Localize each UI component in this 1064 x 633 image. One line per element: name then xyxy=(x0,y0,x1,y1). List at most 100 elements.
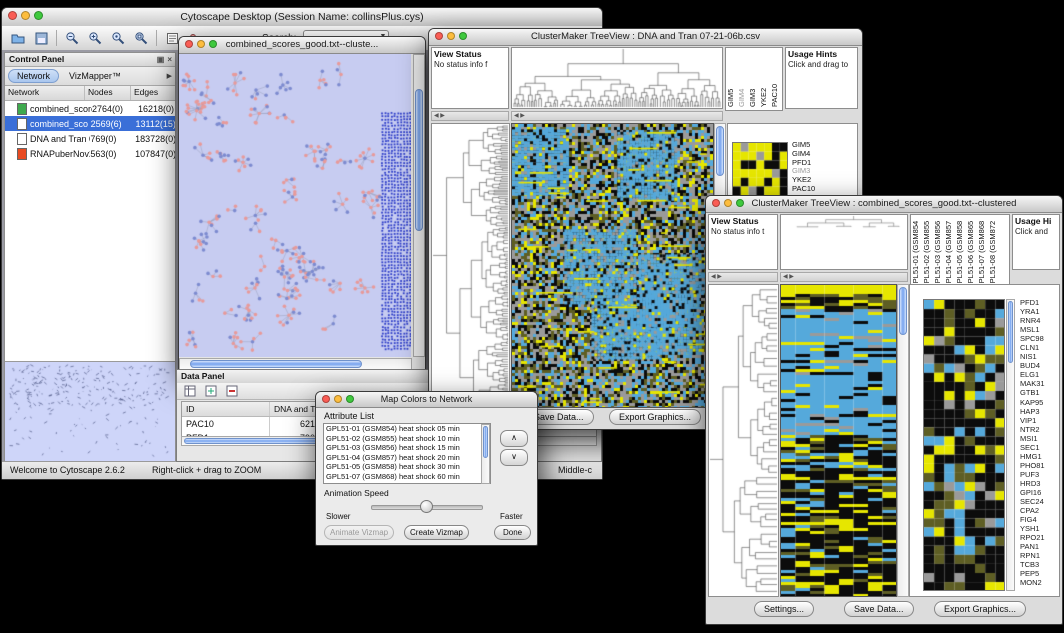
close-button[interactable] xyxy=(8,11,17,20)
dialog-titlebar[interactable]: Map Colors to Network xyxy=(316,392,537,408)
birdseye-view[interactable] xyxy=(5,361,175,464)
main-titlebar[interactable]: Cytoscape Desktop (Session Name: collins… xyxy=(2,8,602,27)
birdseye-canvas[interactable] xyxy=(5,362,173,462)
array-dendrogram-canvas[interactable] xyxy=(512,48,722,108)
heatmap-horizontal-scrollbar[interactable]: ◀ ▶ xyxy=(780,272,908,282)
gene-tree-scroll-strip[interactable]: ◀ ▶ xyxy=(708,272,778,282)
tab-overflow-icon[interactable]: ▶ xyxy=(167,72,172,80)
close-panel-icon[interactable]: × xyxy=(167,53,172,66)
select-attributes-icon[interactable] xyxy=(182,383,198,399)
scrollbar-thumb[interactable] xyxy=(415,89,423,231)
zoom-button[interactable] xyxy=(736,199,744,207)
treeview1-titlebar[interactable]: ClusterMaker TreeView : DNA and Tran 07-… xyxy=(429,29,862,46)
attribute-list-item[interactable]: GPL51-03 (GSM856) heat shock 15 min xyxy=(326,443,490,453)
network-graph-canvas[interactable] xyxy=(179,54,411,357)
scroll-right-icon[interactable]: ▶ xyxy=(789,274,794,280)
heatmap-horizontal-scrollbar[interactable]: ◀ ▶ xyxy=(511,111,723,121)
settings-button[interactable]: Settings... xyxy=(754,601,814,617)
tab-vizmapper[interactable]: VizMapper™ xyxy=(61,70,129,82)
zoom-heatmap-canvas[interactable] xyxy=(732,142,788,196)
zoom-button[interactable] xyxy=(459,32,467,40)
slider-thumb[interactable] xyxy=(420,500,433,513)
scroll-left-icon[interactable]: ◀ xyxy=(783,274,788,280)
heatmap-panel[interactable] xyxy=(780,284,897,597)
network-vertical-scrollbar[interactable] xyxy=(413,54,425,357)
main-window-title: Cytoscape Desktop (Session Name: collins… xyxy=(180,11,423,23)
done-button[interactable]: Done xyxy=(494,525,531,540)
col-edges[interactable]: Edges xyxy=(131,86,175,100)
scroll-right-icon[interactable]: ▶ xyxy=(717,274,722,280)
scroll-right-icon[interactable]: ▶ xyxy=(520,113,525,119)
minimize-button[interactable] xyxy=(447,32,455,40)
scrollbar-thumb[interactable] xyxy=(190,360,362,368)
attribute-list-item[interactable]: GPL51-07 (GSM868) heat shock 60 min xyxy=(326,472,490,482)
attribute-list-scrollbar[interactable] xyxy=(481,424,490,484)
heatmap-canvas[interactable] xyxy=(781,285,896,596)
move-up-button[interactable]: ∧ xyxy=(500,430,528,447)
scrollbar-thumb[interactable] xyxy=(716,126,724,176)
float-panel-icon[interactable]: ▣ xyxy=(157,53,165,66)
move-down-button[interactable]: ∨ xyxy=(500,449,528,466)
network-name: RNAPuberNov2 xyxy=(30,149,90,159)
array-tree-panel[interactable] xyxy=(780,214,908,270)
export-graphics-button[interactable]: Export Graphics... xyxy=(934,601,1026,617)
close-button[interactable] xyxy=(435,32,443,40)
gene-dendrogram-canvas[interactable] xyxy=(432,124,509,407)
open-file-icon[interactable] xyxy=(10,30,26,46)
heatmap-vertical-scrollbar[interactable] xyxy=(897,284,909,597)
zoom-heatmap-canvas[interactable] xyxy=(923,299,1005,591)
array-tree-panel[interactable] xyxy=(511,47,723,109)
attribute-list[interactable]: GPL51-01 (GSM854) heat shock 05 minGPL51… xyxy=(323,423,491,484)
col-network[interactable]: Network xyxy=(5,86,85,100)
zoom-selected-icon[interactable] xyxy=(110,30,126,46)
minimize-button[interactable] xyxy=(21,11,30,20)
export-graphics-button[interactable]: Export Graphics... xyxy=(609,409,701,425)
network-list-item[interactable]: combined_scores2764(0)16218(0) xyxy=(5,101,175,116)
zoom-fit-icon[interactable] xyxy=(133,30,149,46)
scrollbar-thumb[interactable] xyxy=(1008,301,1013,363)
save-data-button[interactable]: Save Data... xyxy=(844,601,914,617)
gene-tree-panel[interactable] xyxy=(708,284,779,597)
treeview2-titlebar[interactable]: ClusterMaker TreeView : combined_scores_… xyxy=(706,196,1062,213)
zoom-button[interactable] xyxy=(34,11,43,20)
animate-vizmap-button[interactable]: Animate Vizmap xyxy=(324,525,394,540)
attribute-list-item[interactable]: GPL51-01 (GSM854) heat shock 05 min xyxy=(326,424,490,434)
gene-dendrogram-canvas[interactable] xyxy=(709,285,778,596)
close-button[interactable] xyxy=(712,199,720,207)
gene-tree-scroll-strip[interactable]: ◀ ▶ xyxy=(431,111,509,121)
scroll-left-icon[interactable]: ◀ xyxy=(434,113,439,119)
minimize-button[interactable] xyxy=(724,199,732,207)
zoom-button[interactable] xyxy=(346,395,354,403)
scroll-left-icon[interactable]: ◀ xyxy=(514,113,519,119)
array-dendrogram-canvas[interactable] xyxy=(781,215,907,269)
minimize-button[interactable] xyxy=(197,40,205,48)
attribute-list-item[interactable]: GPL51-02 (GSM855) heat shock 10 min xyxy=(326,434,490,444)
create-attribute-icon[interactable] xyxy=(203,383,219,399)
zoom-in-icon[interactable] xyxy=(87,30,103,46)
gene-tree-panel[interactable] xyxy=(431,123,510,408)
zoom-button[interactable] xyxy=(209,40,217,48)
network-list-item[interactable]: RNAPuberNov2563(0)107847(0) xyxy=(5,146,175,161)
col-nodes[interactable]: Nodes xyxy=(85,86,131,100)
delete-attribute-icon[interactable] xyxy=(224,383,240,399)
zoom-out-icon[interactable] xyxy=(64,30,80,46)
close-button[interactable] xyxy=(322,395,330,403)
network-window-titlebar[interactable]: combined_scores_good.txt--cluste... xyxy=(179,37,425,54)
minimize-button[interactable] xyxy=(334,395,342,403)
save-file-icon[interactable] xyxy=(33,30,49,46)
network-list-item[interactable]: DNA and Tran 07769(0)183728(0) xyxy=(5,131,175,146)
zoom-vertical-scrollbar[interactable] xyxy=(1006,299,1015,591)
scrollbar-thumb[interactable] xyxy=(899,287,907,335)
close-button[interactable] xyxy=(185,40,193,48)
scroll-left-icon[interactable]: ◀ xyxy=(711,274,716,280)
attribute-list-item[interactable]: GPL51-05 (GSM858) heat shock 30 min xyxy=(326,462,490,472)
scrollbar-thumb[interactable] xyxy=(483,426,488,458)
col-id[interactable]: ID xyxy=(182,402,270,416)
attribute-list-item[interactable]: GPL51-04 (GSM857) heat shock 20 min xyxy=(326,453,490,463)
tab-network[interactable]: Network xyxy=(8,69,59,83)
scroll-right-icon[interactable]: ▶ xyxy=(440,113,445,119)
heatmap-canvas[interactable] xyxy=(512,124,713,407)
create-vizmap-button[interactable]: Create Vizmap xyxy=(404,525,469,540)
network-list-item[interactable]: combined_sco2569(6)13112(15) xyxy=(5,116,175,131)
heatmap-panel[interactable] xyxy=(511,123,714,408)
